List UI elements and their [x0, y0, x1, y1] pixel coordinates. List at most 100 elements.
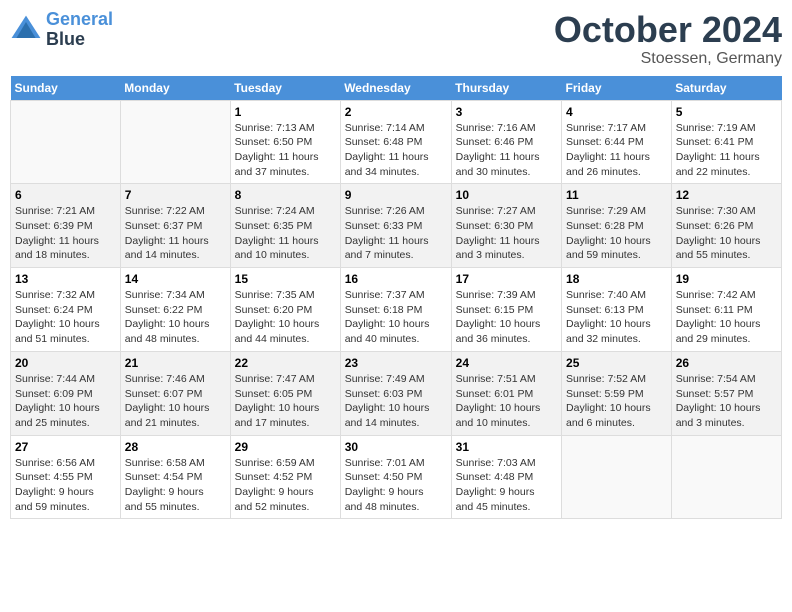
header-row: SundayMondayTuesdayWednesdayThursdayFrid… [11, 76, 782, 101]
location-subtitle: Stoessen, Germany [554, 50, 782, 68]
day-number: 24 [456, 356, 557, 370]
day-number: 31 [456, 440, 557, 454]
calendar-cell: 20 Sunrise: 7:44 AM Sunset: 6:09 PM Dayli… [11, 351, 121, 435]
day-info: Sunrise: 7:21 AM Sunset: 6:39 PM Dayligh… [15, 204, 116, 263]
day-number: 5 [676, 105, 777, 119]
day-number: 29 [235, 440, 336, 454]
day-header-tuesday: Tuesday [230, 76, 340, 101]
day-info: Sunrise: 7:17 AM Sunset: 6:44 PM Dayligh… [566, 121, 667, 180]
calendar-cell: 8 Sunrise: 7:24 AM Sunset: 6:35 PM Daylig… [230, 184, 340, 268]
title-block: October 2024 Stoessen, Germany [554, 10, 782, 68]
day-number: 28 [125, 440, 226, 454]
week-row-3: 13 Sunrise: 7:32 AM Sunset: 6:24 PM Dayli… [11, 268, 782, 352]
day-number: 11 [566, 188, 667, 202]
day-number: 9 [345, 188, 447, 202]
day-number: 21 [125, 356, 226, 370]
calendar-cell: 6Sunrise: 7:21 AM Sunset: 6:39 PM Daylig… [11, 184, 121, 268]
calendar-cell: 18Sunrise: 7:40 AM Sunset: 6:13 PM Dayli… [562, 268, 672, 352]
page-header: General Blue October 2024 Stoessen, Germ… [10, 10, 782, 68]
day-number: 30 [345, 440, 447, 454]
day-info: Sunrise: 7:46 AM Sunset: 6:07 PM Dayligh… [125, 372, 226, 431]
day-number: 8 [235, 188, 336, 202]
calendar-cell: 28 Sunrise: 6:58 AM Sunset: 4:54 PM Dayli… [120, 435, 230, 519]
day-number: 14 [125, 272, 226, 286]
calendar-cell: 21 Sunrise: 7:46 AM Sunset: 6:07 PM Dayli… [120, 351, 230, 435]
day-info: Sunrise: 7:01 AM Sunset: 4:50 PM Dayligh… [345, 456, 447, 515]
calendar-cell [11, 100, 121, 184]
day-info: Sunrise: 7:37 AM Sunset: 6:18 PM Dayligh… [345, 288, 447, 347]
day-info: Sunrise: 7:49 AM Sunset: 6:03 PM Dayligh… [345, 372, 447, 431]
day-number: 16 [345, 272, 447, 286]
day-info: Sunrise: 7:30 AM Sunset: 6:26 PM Dayligh… [676, 204, 777, 263]
calendar-cell: 2 Sunrise: 7:14 AM Sunset: 6:48 PM Daylig… [340, 100, 451, 184]
day-info: Sunrise: 7:24 AM Sunset: 6:35 PM Dayligh… [235, 204, 336, 263]
day-number: 4 [566, 105, 667, 119]
calendar-cell: 4 Sunrise: 7:17 AM Sunset: 6:44 PM Daylig… [562, 100, 672, 184]
day-number: 27 [15, 440, 116, 454]
calendar-cell: 5 Sunrise: 7:19 AM Sunset: 6:41 PM Daylig… [671, 100, 781, 184]
calendar-cell: 22 Sunrise: 7:47 AM Sunset: 6:05 PM Dayli… [230, 351, 340, 435]
day-header-thursday: Thursday [451, 76, 561, 101]
day-info: Sunrise: 7:03 AM Sunset: 4:48 PM Dayligh… [456, 456, 557, 515]
logo-text: General Blue [46, 10, 113, 50]
week-row-2: 6Sunrise: 7:21 AM Sunset: 6:39 PM Daylig… [11, 184, 782, 268]
day-info: Sunrise: 7:44 AM Sunset: 6:09 PM Dayligh… [15, 372, 116, 431]
calendar-cell: 19Sunrise: 7:42 AM Sunset: 6:11 PM Dayli… [671, 268, 781, 352]
day-number: 13 [15, 272, 116, 286]
day-number: 26 [676, 356, 777, 370]
day-info: Sunrise: 7:27 AM Sunset: 6:30 PM Dayligh… [456, 204, 557, 263]
day-number: 20 [15, 356, 116, 370]
day-number: 2 [345, 105, 447, 119]
logo: General Blue [10, 10, 113, 50]
day-info: Sunrise: 7:35 AM Sunset: 6:20 PM Dayligh… [235, 288, 336, 347]
calendar-cell: 27 Sunrise: 6:56 AM Sunset: 4:55 PM Dayli… [11, 435, 121, 519]
day-info: Sunrise: 7:19 AM Sunset: 6:41 PM Dayligh… [676, 121, 777, 180]
calendar-cell: 9 Sunrise: 7:26 AM Sunset: 6:33 PM Daylig… [340, 184, 451, 268]
calendar-cell [562, 435, 672, 519]
day-info: Sunrise: 6:56 AM Sunset: 4:55 PM Dayligh… [15, 456, 116, 515]
calendar-cell: 17Sunrise: 7:39 AM Sunset: 6:15 PM Dayli… [451, 268, 561, 352]
day-number: 7 [125, 188, 226, 202]
day-number: 19 [676, 272, 777, 286]
day-info: Sunrise: 7:13 AM Sunset: 6:50 PM Dayligh… [235, 121, 336, 180]
month-title: October 2024 [554, 10, 782, 50]
calendar-cell: 31 Sunrise: 7:03 AM Sunset: 4:48 PM Dayli… [451, 435, 561, 519]
calendar-cell: 13 Sunrise: 7:32 AM Sunset: 6:24 PM Dayli… [11, 268, 121, 352]
week-row-5: 27 Sunrise: 6:56 AM Sunset: 4:55 PM Dayli… [11, 435, 782, 519]
day-info: Sunrise: 7:47 AM Sunset: 6:05 PM Dayligh… [235, 372, 336, 431]
day-header-monday: Monday [120, 76, 230, 101]
day-number: 15 [235, 272, 336, 286]
day-number: 17 [456, 272, 557, 286]
calendar-cell: 3Sunrise: 7:16 AM Sunset: 6:46 PM Daylig… [451, 100, 561, 184]
calendar-cell: 24Sunrise: 7:51 AM Sunset: 6:01 PM Dayli… [451, 351, 561, 435]
logo-icon [10, 14, 42, 46]
calendar-cell: 12Sunrise: 7:30 AM Sunset: 6:26 PM Dayli… [671, 184, 781, 268]
day-info: Sunrise: 6:59 AM Sunset: 4:52 PM Dayligh… [235, 456, 336, 515]
calendar-cell: 29 Sunrise: 6:59 AM Sunset: 4:52 PM Dayli… [230, 435, 340, 519]
day-info: Sunrise: 7:16 AM Sunset: 6:46 PM Dayligh… [456, 121, 557, 180]
day-header-friday: Friday [562, 76, 672, 101]
calendar-cell: 16 Sunrise: 7:37 AM Sunset: 6:18 PM Dayli… [340, 268, 451, 352]
calendar-cell: 11Sunrise: 7:29 AM Sunset: 6:28 PM Dayli… [562, 184, 672, 268]
day-number: 22 [235, 356, 336, 370]
calendar-cell: 10Sunrise: 7:27 AM Sunset: 6:30 PM Dayli… [451, 184, 561, 268]
calendar-cell: 30 Sunrise: 7:01 AM Sunset: 4:50 PM Dayli… [340, 435, 451, 519]
day-info: Sunrise: 7:52 AM Sunset: 5:59 PM Dayligh… [566, 372, 667, 431]
day-number: 23 [345, 356, 447, 370]
week-row-4: 20 Sunrise: 7:44 AM Sunset: 6:09 PM Dayli… [11, 351, 782, 435]
calendar-table: SundayMondayTuesdayWednesdayThursdayFrid… [10, 76, 782, 520]
week-row-1: 1 Sunrise: 7:13 AM Sunset: 6:50 PM Daylig… [11, 100, 782, 184]
day-info: Sunrise: 7:14 AM Sunset: 6:48 PM Dayligh… [345, 121, 447, 180]
calendar-cell [120, 100, 230, 184]
calendar-cell: 14Sunrise: 7:34 AM Sunset: 6:22 PM Dayli… [120, 268, 230, 352]
day-number: 1 [235, 105, 336, 119]
day-info: Sunrise: 7:26 AM Sunset: 6:33 PM Dayligh… [345, 204, 447, 263]
calendar-cell [671, 435, 781, 519]
day-header-saturday: Saturday [671, 76, 781, 101]
calendar-cell: 1 Sunrise: 7:13 AM Sunset: 6:50 PM Daylig… [230, 100, 340, 184]
calendar-cell: 25 Sunrise: 7:52 AM Sunset: 5:59 PM Dayli… [562, 351, 672, 435]
day-number: 25 [566, 356, 667, 370]
day-header-wednesday: Wednesday [340, 76, 451, 101]
day-info: Sunrise: 7:32 AM Sunset: 6:24 PM Dayligh… [15, 288, 116, 347]
day-info: Sunrise: 6:58 AM Sunset: 4:54 PM Dayligh… [125, 456, 226, 515]
